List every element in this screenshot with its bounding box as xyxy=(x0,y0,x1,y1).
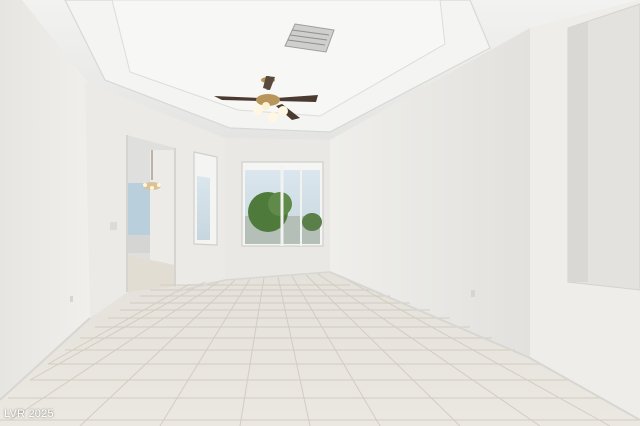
room-illustration xyxy=(0,0,640,426)
main-window xyxy=(241,161,324,247)
outlet xyxy=(70,296,73,302)
watermark: LVR 2025 xyxy=(4,408,54,420)
outlet xyxy=(471,290,475,297)
far-window xyxy=(128,183,150,235)
light-switch xyxy=(110,222,117,230)
room-photo: LVR 2025 xyxy=(0,0,640,426)
side-window xyxy=(193,151,218,246)
